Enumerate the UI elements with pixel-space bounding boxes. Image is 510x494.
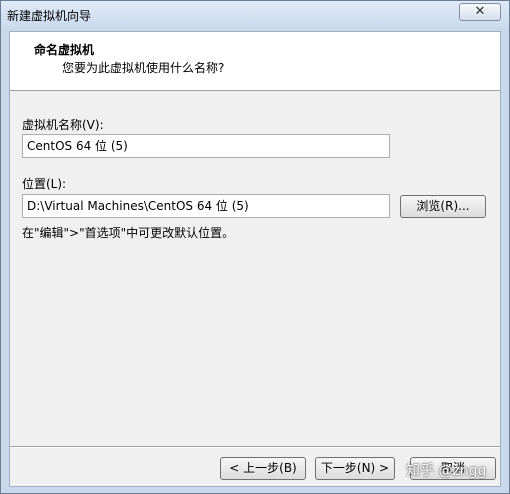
close-icon: ✕ (474, 4, 486, 19)
wizard-content: 命名虚拟机 您要为此虚拟机使用什么名称? 虚拟机名称(V): CentOS 64… (9, 31, 501, 487)
location-input[interactable]: D:\Virtual Machines\CentOS 64 位 (5) (22, 194, 390, 218)
title-bar[interactable]: 新建虚拟机向导 ✕ (1, 1, 509, 31)
window-title: 新建虚拟机向导 (7, 9, 92, 23)
vm-name-input[interactable]: CentOS 64 位 (5) (22, 134, 390, 158)
close-button[interactable]: ✕ (459, 3, 501, 21)
footer-divider (10, 446, 500, 448)
wizard-header: 命名虚拟机 您要为此虚拟机使用什么名称? (10, 32, 500, 91)
wizard-window: 新建虚拟机向导 ✕ 命名虚拟机 您要为此虚拟机使用什么名称? 虚拟机名称(V):… (0, 0, 510, 494)
watermark-text: 知乎 @zngg (406, 463, 487, 479)
next-button[interactable]: 下一步(N) > (315, 457, 395, 480)
location-hint: 在"编辑">"首选项"中可更改默认位置。 (22, 226, 235, 240)
vm-name-label: 虚拟机名称(V): (22, 118, 104, 132)
location-label: 位置(L): (22, 177, 67, 191)
page-subtitle: 您要为此虚拟机使用什么名称? (62, 61, 225, 75)
page-title: 命名虚拟机 (34, 43, 95, 57)
back-button[interactable]: < 上一步(B) (220, 457, 306, 480)
browse-button[interactable]: 浏览(R)... (400, 195, 486, 218)
